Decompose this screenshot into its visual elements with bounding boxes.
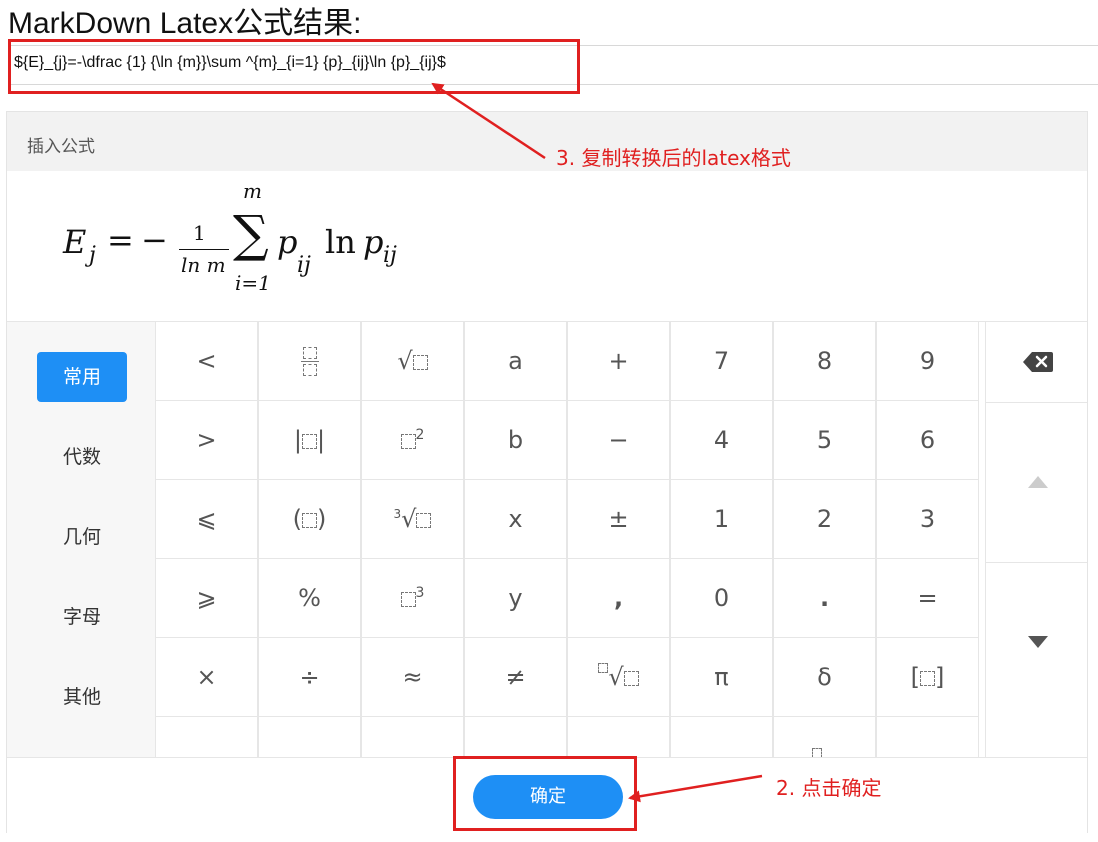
annotation-click-confirm: 2. 点击确定 (776, 776, 882, 800)
annotation-arrows (431, 82, 763, 803)
annotation-copy-latex: 3. 复制转换后的latex格式 (556, 146, 791, 170)
arrow-to-latex (431, 82, 546, 160)
arrow-to-confirm (628, 774, 763, 803)
